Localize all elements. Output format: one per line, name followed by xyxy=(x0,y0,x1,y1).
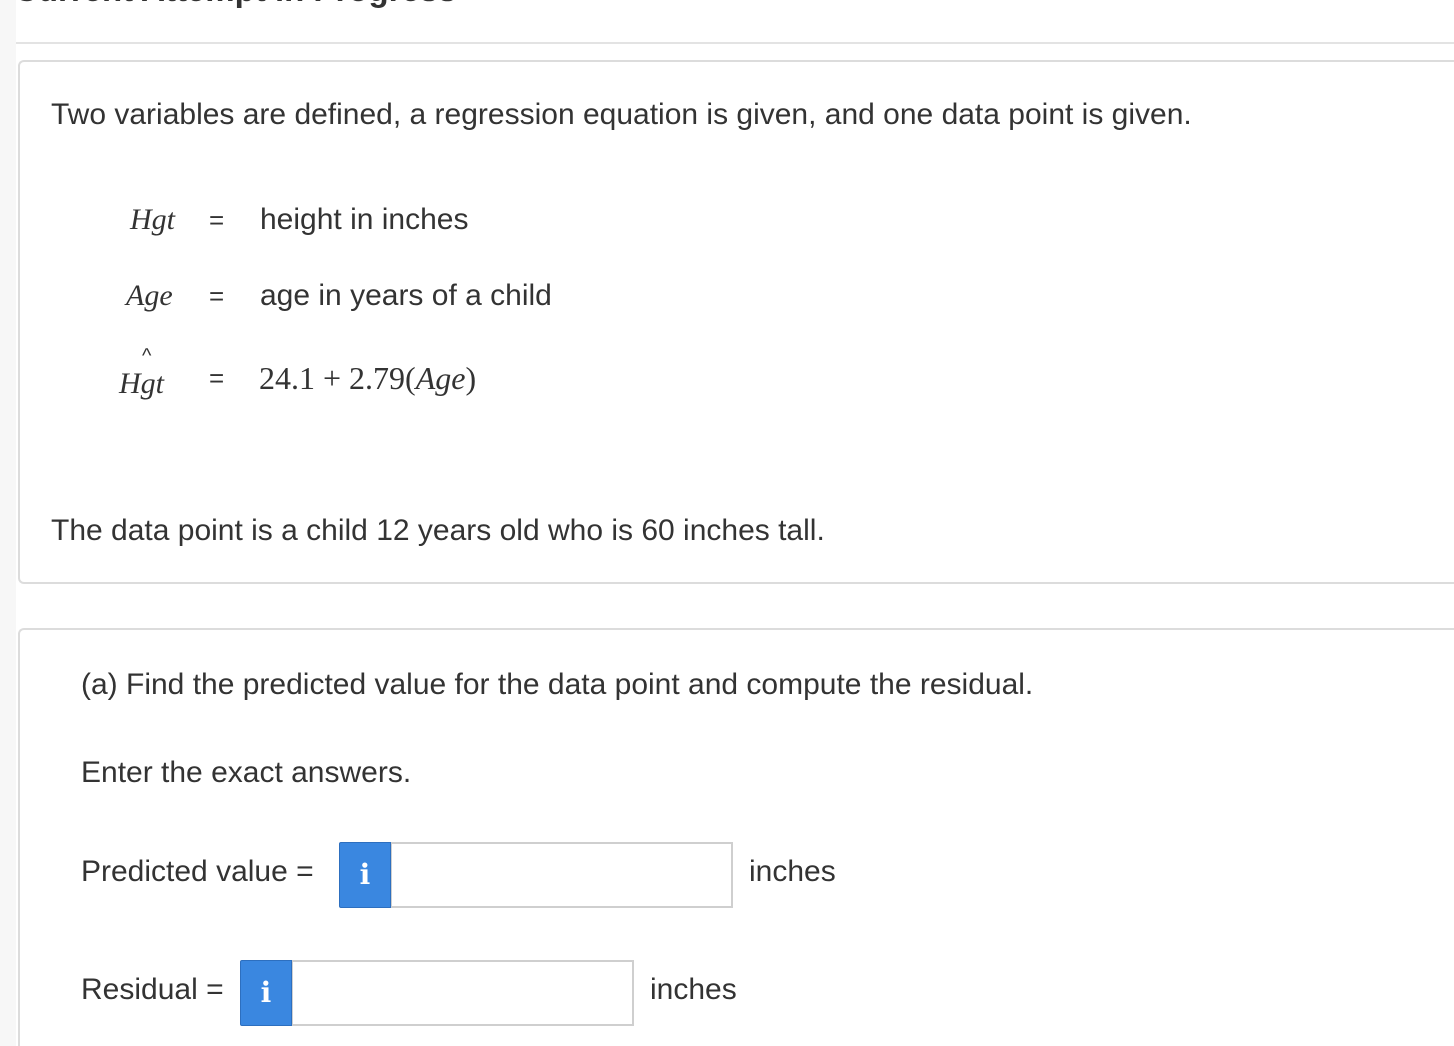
variable-hgt: Hgt xyxy=(130,203,175,236)
equals-sign: = xyxy=(209,205,225,235)
regression-predictor: Age xyxy=(415,360,466,396)
info-icon: i xyxy=(260,976,272,1009)
residual-input[interactable] xyxy=(292,960,634,1026)
variable-hgt-hat: Hgt xyxy=(119,367,164,400)
predicted-info-button[interactable]: i xyxy=(339,842,391,908)
regression-close-paren: ) xyxy=(465,360,477,396)
definition-age: age in years of a child xyxy=(260,279,552,312)
problem-statement-card: Two variables are defined, a regression … xyxy=(18,60,1454,584)
predicted-unit: inches xyxy=(749,855,836,888)
predicted-value-input[interactable] xyxy=(391,842,733,908)
data-point-statement: The data point is a child 12 years old w… xyxy=(51,514,825,547)
title-divider xyxy=(16,42,1454,44)
regression-equation: 24.1 + 2.79(Age) xyxy=(259,360,476,396)
section-title: Current Attempt in Progress xyxy=(14,0,457,10)
part-a-instruction: Enter the exact answers. xyxy=(81,756,412,789)
residual-info-button[interactable]: i xyxy=(240,960,292,1026)
equals-sign: = xyxy=(209,281,225,311)
part-a-card: (a) Find the predicted value for the dat… xyxy=(18,628,1454,1046)
variable-age: Age xyxy=(126,279,173,312)
equals-sign: = xyxy=(209,363,225,393)
regression-intercept: 24.1 + 2.79( xyxy=(259,360,416,396)
definition-hgt: height in inches xyxy=(260,203,469,236)
hat-accent: ^ xyxy=(142,345,152,367)
predicted-value-label: Predicted value = xyxy=(81,855,314,888)
problem-intro: Two variables are defined, a regression … xyxy=(51,98,1192,131)
info-icon: i xyxy=(359,858,371,891)
residual-label: Residual = xyxy=(81,973,224,1006)
part-a-question: (a) Find the predicted value for the dat… xyxy=(81,668,1034,701)
residual-unit: inches xyxy=(650,973,737,1006)
left-margin-strip xyxy=(0,0,16,1046)
